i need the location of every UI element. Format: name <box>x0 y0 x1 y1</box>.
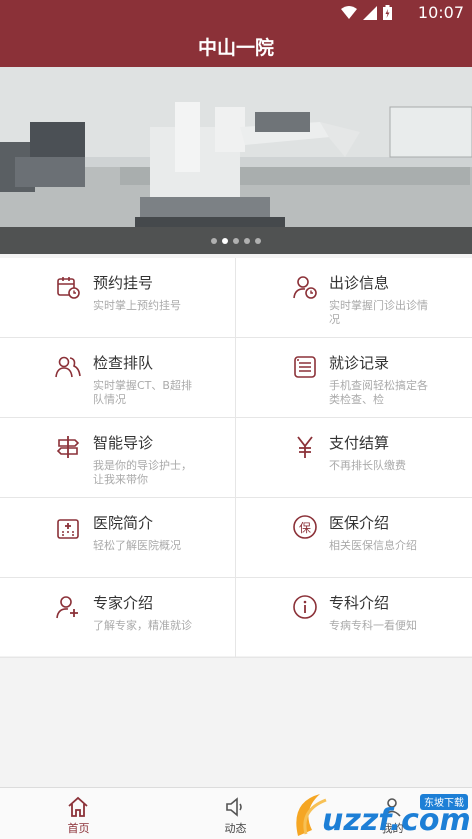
carousel-indicator <box>0 238 472 244</box>
home-icon <box>68 796 88 817</box>
signpost-icon <box>56 436 80 458</box>
carousel-dot[interactable] <box>211 238 217 244</box>
menu-item-description: 实时掌上预约挂号 <box>93 299 181 312</box>
record-list-icon <box>294 356 316 378</box>
menu-item-title: 医院简介 <box>93 514 154 532</box>
menu-item[interactable]: 预约挂号实时掌上预约挂号 <box>0 258 236 338</box>
menu-item-title: 医保介绍 <box>329 514 390 532</box>
menu-item-title: 预约挂号 <box>93 274 154 292</box>
hospital-icon <box>57 519 79 539</box>
feature-grid: 预约挂号 实时掌上预约挂号 出诊信息 实时掌握门诊出诊情况 检查排队 实时掌握CT、B超排… <box>0 258 472 658</box>
menu-item[interactable]: 支付结算不再排长队缴费 <box>236 418 472 498</box>
carousel-dot[interactable] <box>255 238 261 244</box>
carousel-dot[interactable] <box>233 238 239 244</box>
app-bar: 中山一院 <box>0 25 472 67</box>
uzzf-logo-icon: uzzf.com 东坡下载 <box>296 794 471 838</box>
signal-icon <box>363 5 377 20</box>
menu-item-description: 相关医保信息介绍 <box>329 539 417 552</box>
banner-image <box>0 67 472 254</box>
calendar-clock-icon <box>57 277 80 299</box>
menu-item-title: 专家介绍 <box>93 594 154 612</box>
tab-label: 动态 <box>224 822 247 835</box>
menu-item-description: 专病专科一看便知 <box>329 619 417 632</box>
add-user-icon <box>56 596 78 619</box>
status-icons <box>341 5 392 20</box>
menu-item[interactable]: 出诊信息实时掌握门诊出诊情况 <box>236 258 472 338</box>
menu-item-description: 实时掌握CT、B超排队情况 <box>93 379 192 406</box>
carousel-dot[interactable] <box>222 238 228 244</box>
menu-item-description: 不再排长队缴费 <box>329 459 406 472</box>
menu-item-title: 出诊信息 <box>329 274 390 292</box>
svg-text:东坡下载: 东坡下载 <box>424 796 464 809</box>
banner-carousel[interactable] <box>0 67 472 254</box>
page-title: 中山一院 <box>197 37 274 59</box>
info-icon <box>293 595 317 619</box>
menu-item[interactable]: 检查排队实时掌握CT、B超排队情况 <box>0 338 236 418</box>
menu-item-title: 智能导诊 <box>93 434 154 452</box>
menu-item-title: 支付结算 <box>329 434 390 452</box>
menu-item[interactable]: 保 医保介绍相关医保信息介绍 <box>236 498 472 578</box>
tab-news[interactable]: 动态 <box>157 788 314 839</box>
menu-item-description: 手机查阅轻松搞定各类检查、检 <box>329 379 428 406</box>
speaker-icon <box>226 797 242 817</box>
tab-home[interactable]: 首页 <box>0 788 157 839</box>
status-bar: 10:07 <box>0 0 472 25</box>
menu-item-title: 检查排队 <box>93 354 154 372</box>
tab-label: 首页 <box>67 822 90 835</box>
carousel-dot[interactable] <box>244 238 250 244</box>
svg-text:保: 保 <box>299 521 311 535</box>
menu-item-description: 我是你的导诊护士，让我来带你 <box>93 459 192 486</box>
doctor-schedule-icon <box>293 276 317 299</box>
status-time: 10:07 <box>417 3 464 22</box>
people-queue-icon <box>55 356 81 378</box>
insurance-icon: 保 <box>293 515 317 539</box>
menu-item[interactable]: 专科介绍专病专科一看便知 <box>236 578 472 658</box>
watermark-logo: uzzf.com 东坡下载 <box>292 790 472 839</box>
wifi-icon <box>341 5 357 19</box>
menu-item-description: 轻松了解医院概况 <box>93 539 181 552</box>
menu-item[interactable]: 智能导诊我是你的导诊护士，让我来带你 <box>0 418 236 498</box>
menu-item-title: 就诊记录 <box>329 354 390 372</box>
menu-item[interactable]: 就诊记录手机查阅轻松搞定各类检查、检 <box>236 338 472 418</box>
yuan-icon <box>297 436 313 458</box>
menu-item-title: 专科介绍 <box>329 594 390 612</box>
menu-item-description: 实时掌握门诊出诊情况 <box>329 299 428 326</box>
battery-icon <box>383 5 392 20</box>
menu-item[interactable]: 医院简介轻松了解医院概况 <box>0 498 236 578</box>
menu-item[interactable]: 专家介绍了解专家，精准就诊 <box>0 578 236 658</box>
menu-item-description: 了解专家，精准就诊 <box>93 619 192 632</box>
